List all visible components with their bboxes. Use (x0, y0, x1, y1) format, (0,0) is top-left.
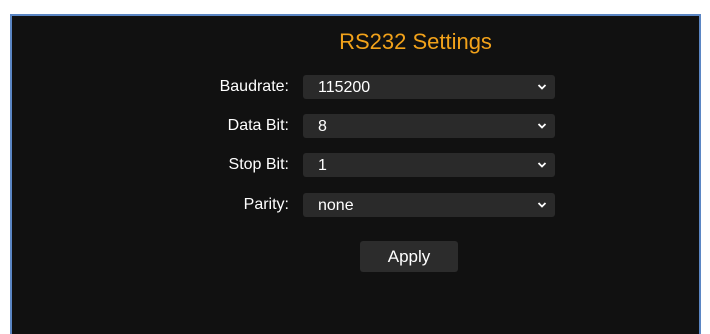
stop-bit-label: Stop Bit: (228, 156, 289, 173)
chevron-down-icon (537, 84, 547, 90)
data-bit-row: Data Bit: 8 (12, 114, 699, 138)
baudrate-row: Baudrate: 115200 (12, 75, 699, 99)
parity-value: none (318, 197, 354, 214)
stop-bit-row: Stop Bit: 1 (12, 153, 699, 177)
baudrate-value: 115200 (318, 79, 371, 96)
parity-row: Parity: none (12, 193, 699, 217)
parity-label: Parity: (243, 196, 289, 213)
page-title: RS232 Settings (339, 29, 492, 54)
baudrate-select[interactable]: 115200 (303, 75, 555, 99)
stop-bit-value: 1 (318, 157, 327, 174)
rs232-settings-panel: RS232 Settings Baudrate: 115200 Data Bit… (10, 14, 701, 334)
stop-bit-select[interactable]: 1 (303, 153, 555, 177)
chevron-down-icon (537, 202, 547, 208)
page-frame: RS232 Settings Baudrate: 115200 Data Bit… (0, 0, 710, 334)
chevron-down-icon (537, 123, 547, 129)
chevron-down-icon (537, 162, 547, 168)
data-bit-select[interactable]: 8 (303, 114, 555, 138)
baudrate-label: Baudrate: (219, 78, 289, 95)
apply-button[interactable]: Apply (360, 241, 458, 272)
data-bit-label: Data Bit: (227, 117, 289, 134)
data-bit-value: 8 (318, 118, 327, 135)
parity-select[interactable]: none (303, 193, 555, 217)
